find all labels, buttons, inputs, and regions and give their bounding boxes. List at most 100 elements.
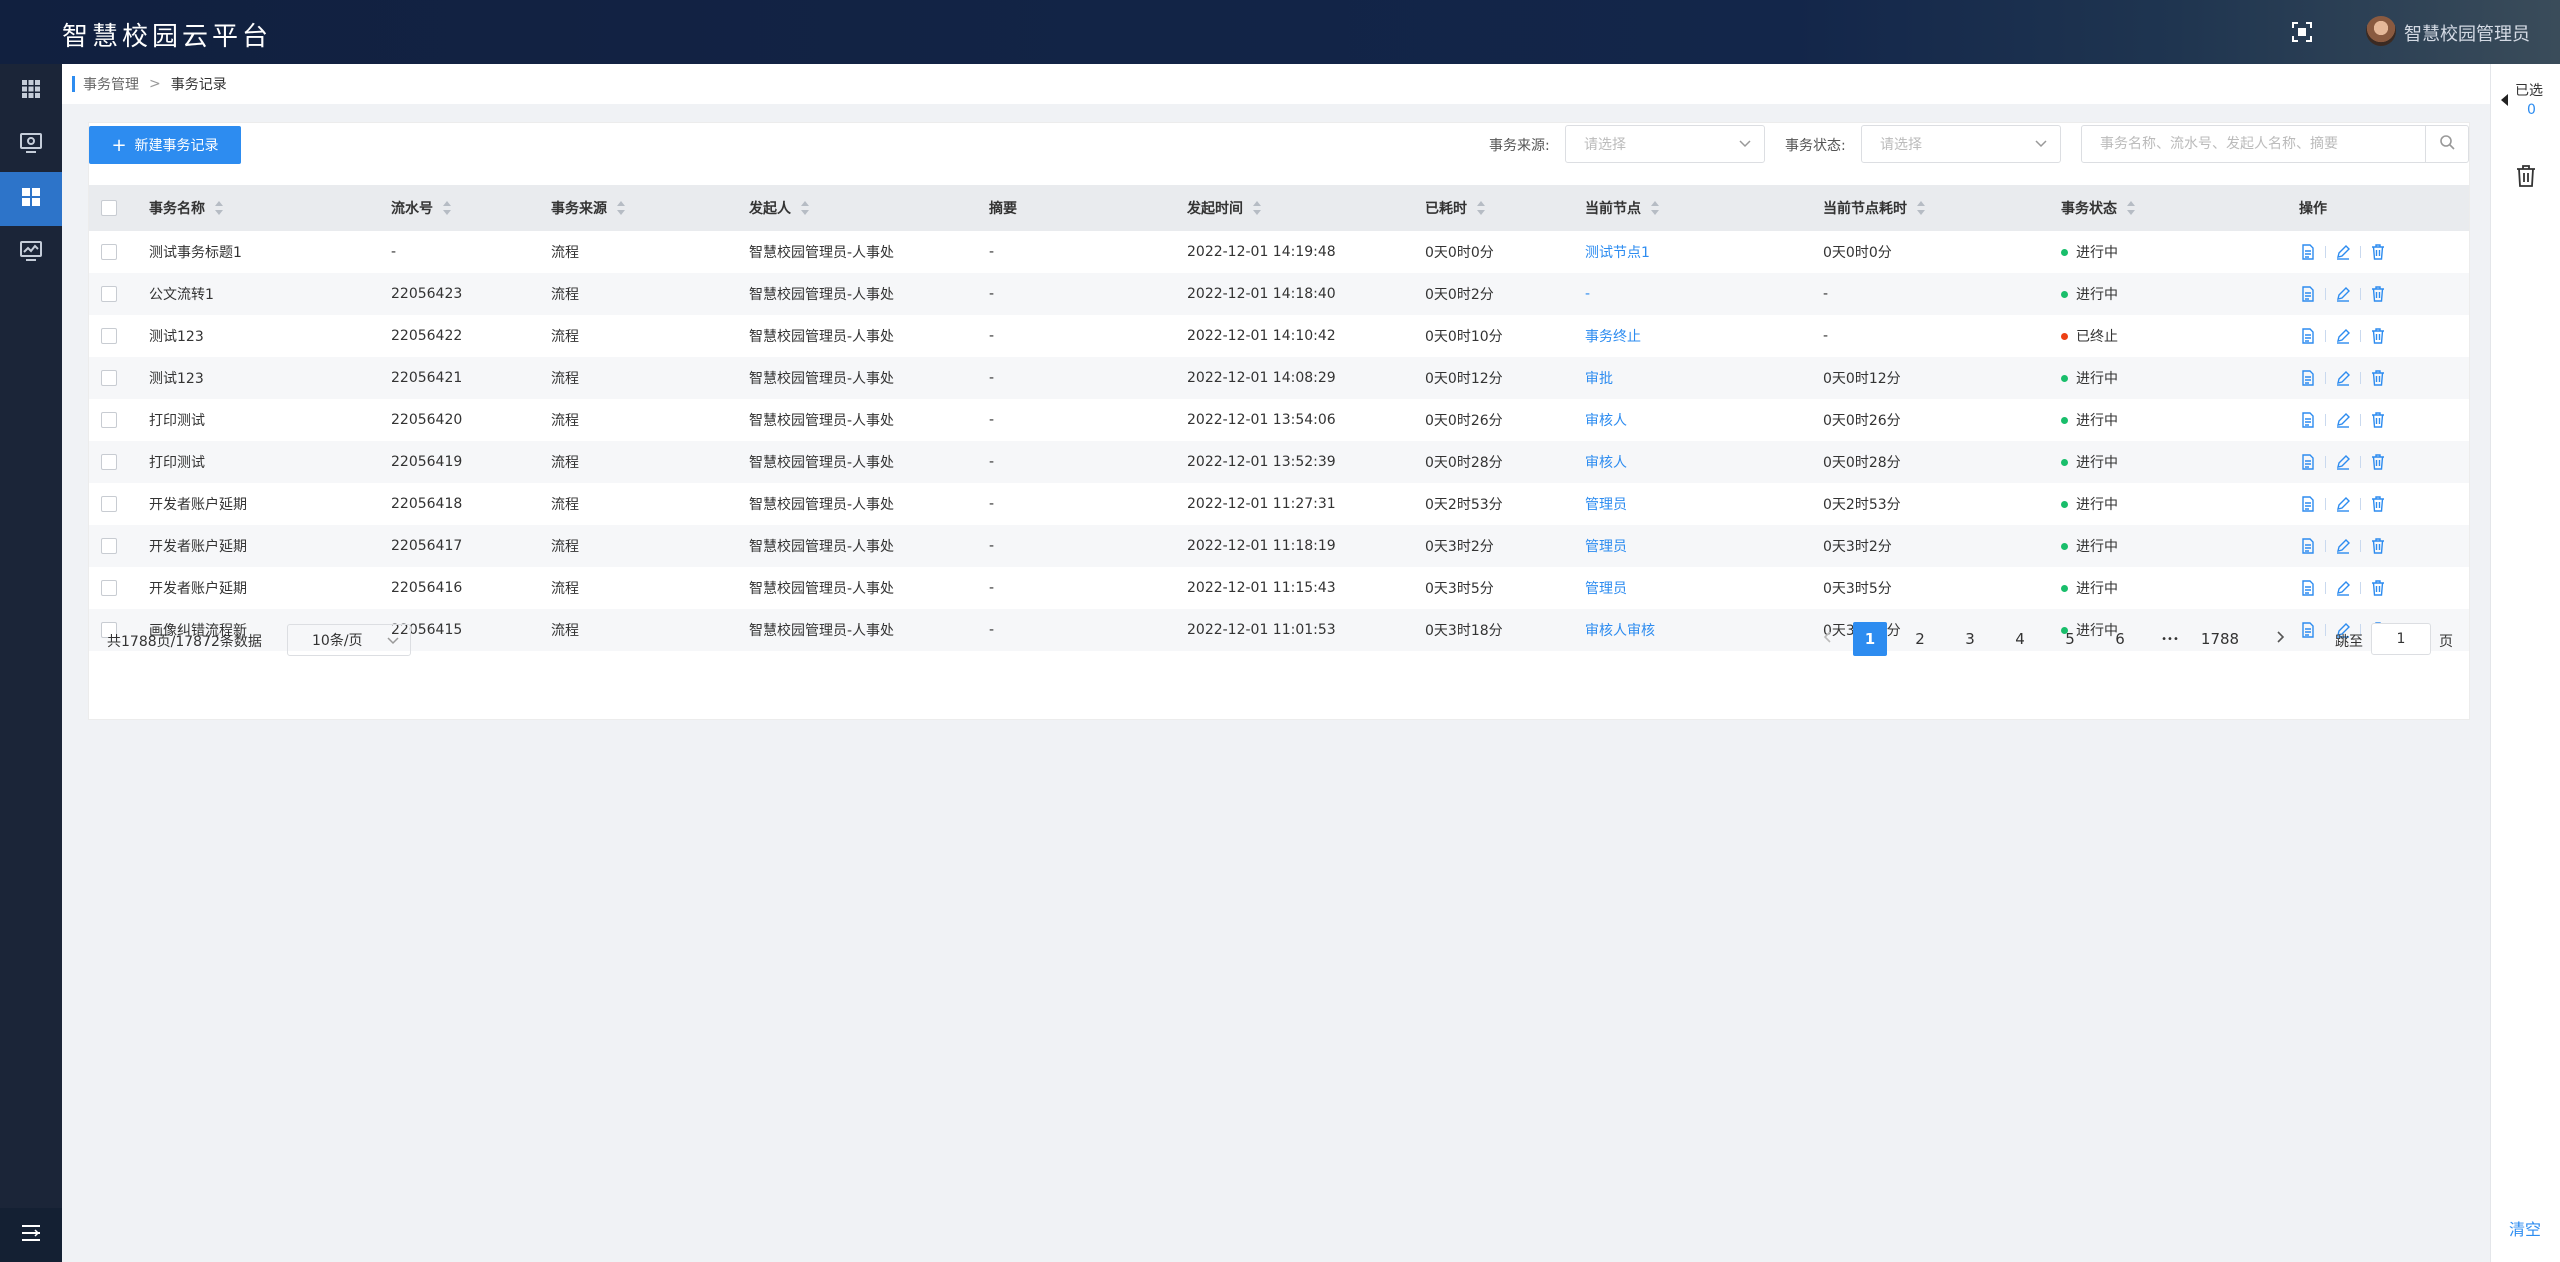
row-checkbox[interactable]	[101, 412, 117, 428]
delete-icon[interactable]	[2369, 369, 2387, 387]
status-select[interactable]: 请选择	[1861, 125, 2061, 163]
column-header-time[interactable]: 发起时间	[1187, 185, 1261, 231]
view-detail-icon[interactable]	[2299, 243, 2317, 261]
sort-icon[interactable]	[215, 201, 223, 215]
sort-icon[interactable]	[443, 201, 451, 215]
delete-icon[interactable]	[2369, 327, 2387, 345]
delete-icon[interactable]	[2369, 285, 2387, 303]
sort-icon[interactable]	[1917, 201, 1925, 215]
cell-node-link[interactable]: 审批	[1585, 357, 1613, 399]
page-button-2[interactable]: 2	[1903, 622, 1937, 656]
sort-icon[interactable]	[1651, 201, 1659, 215]
page-size-select[interactable]: 10条/页	[287, 624, 411, 656]
new-record-button[interactable]: + 新建事务记录	[89, 126, 241, 164]
table-row[interactable]: 测试事务标题1 - 流程 智慧校园管理员-人事处 - 2022-12-01 14:19:4…	[89, 231, 2469, 273]
source-select[interactable]: 请选择	[1565, 125, 1765, 163]
table-row[interactable]: 开发者账户延期 22056418 流程 智慧校园管理员-人事处 - 2022-12-01 …	[89, 483, 2469, 525]
page-ellipsis[interactable]: •••	[2153, 622, 2187, 656]
delete-icon[interactable]	[2369, 579, 2387, 597]
search-button[interactable]	[2425, 126, 2468, 162]
edit-icon[interactable]	[2334, 243, 2352, 261]
table-row[interactable]: 开发者账户延期 22056416 流程 智慧校园管理员-人事处 - 2022-12-01 …	[89, 567, 2469, 609]
page-button-3[interactable]: 3	[1953, 622, 1987, 656]
cell-node-link[interactable]: 管理员	[1585, 567, 1627, 609]
cell-node-link[interactable]: -	[1585, 273, 1590, 315]
column-header-node[interactable]: 当前节点	[1585, 185, 1659, 231]
row-checkbox[interactable]	[101, 244, 117, 260]
view-detail-icon[interactable]	[2299, 411, 2317, 429]
cell-node-link[interactable]: 管理员	[1585, 525, 1627, 567]
row-checkbox[interactable]	[101, 328, 117, 344]
column-header-source[interactable]: 事务来源	[551, 185, 625, 231]
row-checkbox[interactable]	[101, 538, 117, 554]
delete-icon[interactable]	[2369, 243, 2387, 261]
breadcrumb-parent[interactable]: 事务管理	[83, 74, 139, 94]
trash-icon[interactable]	[2515, 164, 2537, 192]
sort-icon[interactable]	[1253, 201, 1261, 215]
view-detail-icon[interactable]	[2299, 327, 2317, 345]
table-row[interactable]: 打印测试 22056420 流程 智慧校园管理员-人事处 - 2022-12-01 13:…	[89, 399, 2469, 441]
table-row[interactable]: 公文流转1 22056423 流程 智慧校园管理员-人事处 - 2022-12-01 14…	[89, 273, 2469, 315]
select-all-checkbox[interactable]	[101, 200, 117, 216]
column-header-initiator[interactable]: 发起人	[749, 185, 809, 231]
edit-icon[interactable]	[2334, 369, 2352, 387]
row-checkbox[interactable]	[101, 286, 117, 302]
view-detail-icon[interactable]	[2299, 453, 2317, 471]
row-checkbox[interactable]	[101, 496, 117, 512]
view-detail-icon[interactable]	[2299, 369, 2317, 387]
sort-icon[interactable]	[2127, 201, 2135, 215]
cell-node-link[interactable]: 审核人	[1585, 399, 1627, 441]
delete-icon[interactable]	[2369, 453, 2387, 471]
view-detail-icon[interactable]	[2299, 495, 2317, 513]
cell-node-link[interactable]: 测试节点1	[1585, 231, 1650, 273]
edit-icon[interactable]	[2334, 327, 2352, 345]
fullscreen-icon[interactable]	[2290, 20, 2314, 44]
view-detail-icon[interactable]	[2299, 537, 2317, 555]
view-detail-icon[interactable]	[2299, 579, 2317, 597]
column-header-status[interactable]: 事务状态	[2061, 185, 2135, 231]
clear-selection-link[interactable]: 清空	[2509, 1216, 2541, 1240]
sort-icon[interactable]	[1477, 201, 1485, 215]
sidebar-item-dashboard[interactable]	[0, 172, 62, 226]
edit-icon[interactable]	[2334, 579, 2352, 597]
next-page-button[interactable]	[2263, 622, 2297, 656]
column-header-node-elapsed[interactable]: 当前节点耗时	[1823, 185, 1925, 231]
table-row[interactable]: 测试123 22056422 流程 智慧校园管理员-人事处 - 2022-12-01 14…	[89, 315, 2469, 357]
page-button-4[interactable]: 4	[2003, 622, 2037, 656]
delete-icon[interactable]	[2369, 411, 2387, 429]
sidebar-item-screen[interactable]	[0, 226, 62, 280]
row-checkbox[interactable]	[101, 370, 117, 386]
prev-page-button[interactable]	[1811, 622, 1845, 656]
page-button-5[interactable]: 5	[2053, 622, 2087, 656]
table-row[interactable]: 开发者账户延期 22056417 流程 智慧校园管理员-人事处 - 2022-12-01 …	[89, 525, 2469, 567]
edit-icon[interactable]	[2334, 495, 2352, 513]
sort-icon[interactable]	[617, 201, 625, 215]
goto-page-input[interactable]	[2371, 623, 2431, 655]
table-row[interactable]: 打印测试 22056419 流程 智慧校园管理员-人事处 - 2022-12-01 13:…	[89, 441, 2469, 483]
search-input[interactable]	[2082, 126, 2426, 162]
row-checkbox[interactable]	[101, 580, 117, 596]
cell-node-link[interactable]: 管理员	[1585, 483, 1627, 525]
collapse-arrow-icon[interactable]	[2501, 94, 2508, 106]
row-checkbox[interactable]	[101, 454, 117, 470]
table-row[interactable]: 测试123 22056421 流程 智慧校园管理员-人事处 - 2022-12-01 14…	[89, 357, 2469, 399]
edit-icon[interactable]	[2334, 411, 2352, 429]
menu-toggle-button[interactable]	[0, 1208, 62, 1262]
column-header-serial[interactable]: 流水号	[391, 185, 451, 231]
page-button-6[interactable]: 6	[2103, 622, 2137, 656]
sidebar-item-monitor[interactable]	[0, 118, 62, 172]
avatar[interactable]	[2366, 16, 2396, 46]
delete-icon[interactable]	[2369, 495, 2387, 513]
cell-node-link[interactable]: 审核人	[1585, 441, 1627, 483]
view-detail-icon[interactable]	[2299, 285, 2317, 303]
edit-icon[interactable]	[2334, 285, 2352, 303]
column-header-elapsed[interactable]: 已耗时	[1425, 185, 1485, 231]
user-name[interactable]: 智慧校园管理员	[2404, 20, 2530, 46]
edit-icon[interactable]	[2334, 453, 2352, 471]
column-header-name[interactable]: 事务名称	[149, 185, 223, 231]
page-button-last[interactable]: 1788	[2195, 622, 2245, 656]
sort-icon[interactable]	[801, 201, 809, 215]
delete-icon[interactable]	[2369, 537, 2387, 555]
cell-node-link[interactable]: 事务终止	[1585, 315, 1641, 357]
edit-icon[interactable]	[2334, 537, 2352, 555]
